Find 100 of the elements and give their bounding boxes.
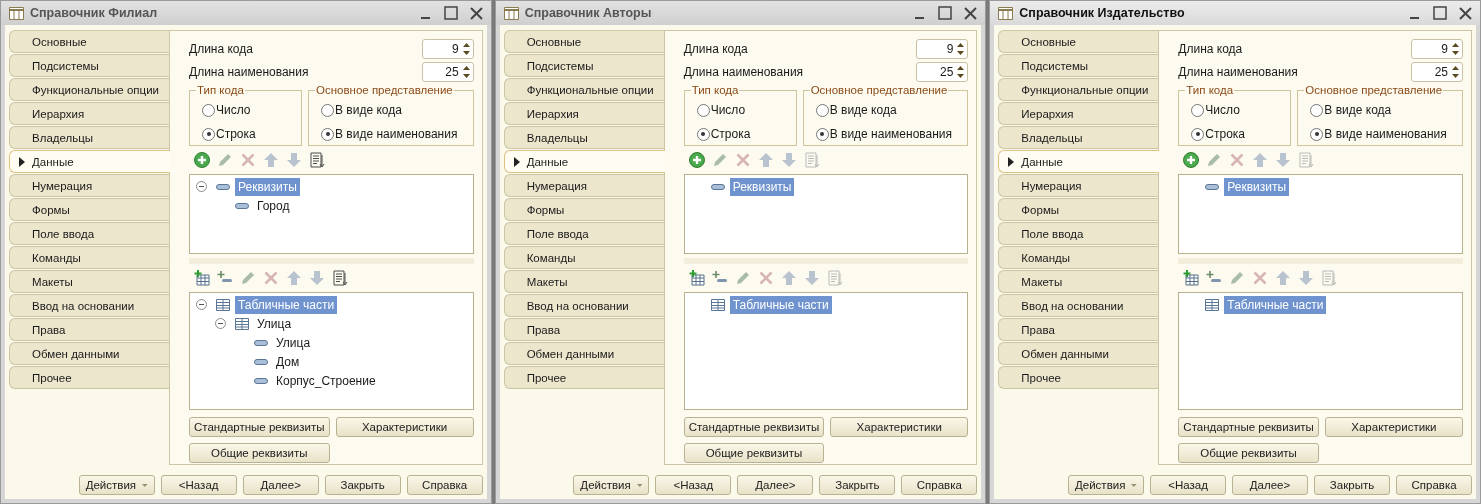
side-tab[interactable]: Формы — [998, 198, 1159, 221]
side-tab[interactable]: Формы — [503, 198, 664, 221]
side-tab[interactable]: Обмен данными — [9, 342, 169, 365]
side-tab[interactable]: Макеты — [503, 270, 664, 293]
dialog-button[interactable]: Закрыть — [819, 475, 896, 495]
side-tab[interactable]: Нумерация — [9, 174, 169, 197]
side-tab[interactable]: Макеты — [998, 270, 1159, 293]
radio-button[interactable] — [1310, 127, 1324, 141]
dialog-button[interactable]: Справка — [1396, 475, 1472, 495]
dialog-button[interactable]: Действия — [78, 475, 155, 495]
radio-button[interactable] — [321, 127, 334, 141]
radio-button[interactable] — [321, 103, 334, 117]
side-tab[interactable]: Функциональные опции — [503, 78, 664, 101]
side-tab[interactable]: Поле ввода — [998, 222, 1159, 245]
radio-button[interactable] — [1191, 103, 1205, 117]
side-tab[interactable]: Функциональные опции — [9, 78, 169, 101]
collapse-icon[interactable] — [196, 299, 207, 310]
side-tab[interactable]: Подсистемы — [503, 54, 664, 77]
spin-arrows-icon[interactable] — [1451, 64, 1460, 79]
side-tab[interactable]: Прочее — [9, 366, 169, 389]
side-tab[interactable]: Основные — [9, 30, 169, 53]
side-tab[interactable]: Владельцы — [9, 126, 169, 149]
side-tab[interactable]: Данные — [998, 150, 1160, 173]
side-tab[interactable]: Иерархия — [998, 102, 1159, 125]
dialog-button[interactable]: Справка — [406, 475, 483, 495]
panel-button[interactable]: Общие реквизиты — [1178, 443, 1319, 463]
tree-item[interactable]: Корпус_Строение — [273, 371, 379, 390]
radio-button[interactable] — [202, 103, 215, 117]
panel-button[interactable]: Стандартные реквизиты — [683, 417, 825, 437]
tree-item[interactable]: Улица — [254, 314, 295, 333]
dialog-button[interactable]: Далее> — [1232, 475, 1308, 495]
side-tab[interactable]: Права — [998, 318, 1159, 341]
radio-button[interactable] — [202, 127, 215, 141]
side-tab[interactable]: Данные — [503, 150, 665, 173]
number-field[interactable]: 9 — [916, 38, 969, 59]
document-list-icon[interactable] — [332, 270, 348, 286]
side-tab[interactable]: Подсистемы — [9, 54, 169, 77]
tree-item[interactable]: Дом — [273, 352, 303, 371]
tree-item[interactable]: Улица — [273, 333, 314, 352]
spin-arrows-icon[interactable] — [461, 41, 471, 56]
side-tab[interactable]: Ввод на основании — [9, 294, 169, 317]
side-tab[interactable]: Основные — [998, 30, 1159, 53]
dialog-button[interactable]: <Назад — [160, 475, 237, 495]
dialog-button[interactable]: Действия — [1068, 475, 1144, 495]
plus-circle-icon[interactable] — [194, 152, 210, 168]
dialog-button[interactable]: Далее> — [242, 475, 319, 495]
side-tab[interactable]: Команды — [503, 246, 664, 269]
side-tab[interactable]: Обмен данными — [503, 342, 664, 365]
dialog-button[interactable]: <Назад — [655, 475, 732, 495]
side-tab[interactable]: Иерархия — [503, 102, 664, 125]
panel-button[interactable]: Общие реквизиты — [189, 443, 330, 463]
radio-button[interactable] — [815, 127, 829, 141]
dialog-button[interactable]: Действия — [573, 475, 650, 495]
side-tab[interactable]: Ввод на основании — [998, 294, 1159, 317]
maximize-icon[interactable] — [938, 6, 953, 20]
panel-button[interactable]: Характеристики — [830, 417, 969, 437]
side-tab[interactable]: Иерархия — [9, 102, 169, 125]
side-tab[interactable]: Поле ввода — [503, 222, 664, 245]
close-icon[interactable] — [964, 6, 978, 20]
side-tab[interactable]: Команды — [9, 246, 169, 269]
radio-button[interactable] — [696, 127, 710, 141]
panel-button[interactable]: Характеристики — [335, 417, 474, 437]
side-tab[interactable]: Нумерация — [998, 174, 1159, 197]
side-tab[interactable]: Функциональные опции — [998, 78, 1159, 101]
radio-button[interactable] — [1310, 103, 1324, 117]
side-tab[interactable]: Обмен данными — [998, 342, 1159, 365]
spin-arrows-icon[interactable] — [956, 41, 966, 56]
spin-arrows-icon[interactable] — [461, 64, 471, 79]
side-tab[interactable]: Макеты — [9, 270, 169, 293]
side-tab[interactable]: Права — [503, 318, 664, 341]
radio-button[interactable] — [815, 103, 829, 117]
number-field[interactable]: 25 — [421, 61, 474, 82]
panel-button[interactable]: Общие реквизиты — [683, 443, 825, 463]
side-tab[interactable]: Подсистемы — [998, 54, 1159, 77]
maximize-icon[interactable] — [443, 6, 458, 20]
dialog-button[interactable]: Закрыть — [1314, 475, 1390, 495]
side-tab[interactable]: Формы — [9, 198, 169, 221]
document-list-icon[interactable] — [309, 152, 325, 168]
side-tab[interactable]: Нумерация — [503, 174, 664, 197]
radio-button[interactable] — [696, 103, 710, 117]
side-tab[interactable]: Права — [9, 318, 169, 341]
dialog-button[interactable]: Закрыть — [324, 475, 401, 495]
number-field[interactable]: 9 — [1411, 38, 1463, 59]
number-field[interactable]: 9 — [421, 38, 474, 59]
plus-circle-icon[interactable] — [688, 152, 705, 168]
panel-button[interactable]: Стандартные реквизиты — [189, 417, 330, 437]
dialog-button[interactable]: Далее> — [737, 475, 814, 495]
collapse-icon[interactable] — [196, 181, 207, 192]
maximize-icon[interactable] — [1433, 6, 1447, 20]
number-field[interactable]: 25 — [916, 61, 969, 82]
close-icon[interactable] — [1459, 6, 1472, 20]
side-tab[interactable]: Ввод на основании — [503, 294, 664, 317]
side-tab[interactable]: Данные — [9, 150, 170, 173]
side-tab[interactable]: Поле ввода — [9, 222, 169, 245]
panel-button[interactable]: Стандартные реквизиты — [1178, 417, 1319, 437]
number-field[interactable]: 25 — [1411, 61, 1463, 82]
side-tab[interactable]: Прочее — [998, 366, 1159, 389]
dialog-button[interactable]: <Назад — [1150, 475, 1226, 495]
dialog-button[interactable]: Справка — [901, 475, 978, 495]
tree-item[interactable]: Город — [254, 196, 293, 215]
